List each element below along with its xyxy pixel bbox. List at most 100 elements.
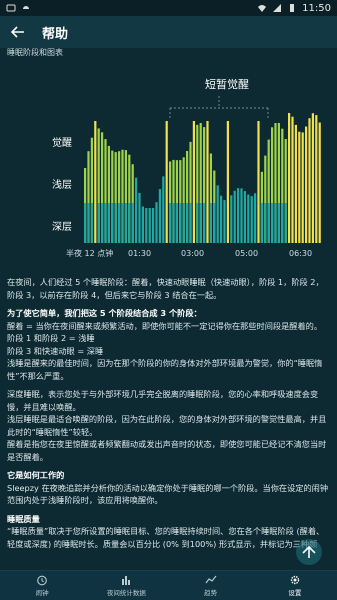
chart-bar [192, 121, 195, 243]
chart-bar-deep [179, 203, 182, 243]
chart-bar-deep [169, 203, 172, 243]
paragraph-deep-sleep: 深度睡眠，表示您处于与外部环境几乎完全脱离的睡眠阶段，您的心率和呼吸速度会变慢，… [7, 389, 319, 412]
help-content[interactable]: 睡眠阶段和图表 短暂觉醒 觉醒 浅层 深层 半夜 12 点钟 01:30 03:… [0, 48, 337, 570]
bottom-nav: 闹钟 夜间统计数据 趋势 设置 [0, 570, 337, 600]
fab-button[interactable] [295, 538, 323, 566]
chart-bar [254, 193, 257, 243]
nav-night-stats-label: 夜间统计数据 [106, 589, 146, 597]
status-bar: 11:50 [0, 0, 337, 16]
y-label-awake: 觉醒 [52, 137, 72, 149]
section-header: 睡眠阶段和图表 [7, 48, 63, 57]
chart-bar [257, 121, 260, 243]
chart-bar-deep [87, 203, 90, 243]
nav-settings-label: 设置 [288, 589, 302, 597]
chart-bar [301, 132, 304, 243]
nav-trends[interactable]: 趋势 [169, 571, 253, 600]
trend-line-icon [205, 575, 217, 584]
x-label-1: 01:30 [128, 249, 151, 258]
chart-bar-deep [128, 203, 131, 243]
chart-bar [152, 208, 155, 243]
y-label-deep: 深层 [52, 221, 72, 233]
chart-bar [247, 194, 250, 243]
paragraph-light-best: 浅睡是醒来的最佳时间，因为在那个阶段的你的身体对外部环境最为警觉，你的“睡眠惰性… [7, 358, 323, 381]
gear-icon [290, 575, 300, 585]
chart-bar-deep [260, 203, 263, 243]
nav-alarm-label: 闹钟 [35, 589, 49, 597]
chart-bar-deep [277, 203, 280, 243]
sleep-quality-heading: 睡眠质量 [7, 513, 40, 524]
chart-bar [230, 195, 233, 243]
chart-bar-deep [267, 203, 270, 243]
chart-bar-deep [281, 203, 284, 243]
notification-icon [6, 4, 16, 12]
sleep-quality-body: “睡眠质量”取决于您所设置的睡眠目标、您的睡眠持续时间、您在各个睡眠阶段 (醒着… [7, 526, 325, 549]
chart-bar-deep [104, 203, 107, 243]
nav-alarm[interactable]: 闹钟 [0, 571, 84, 600]
nav-trends-label: 趋势 [204, 589, 218, 597]
how-it-works-body: Sleepzy 在夜晚追踪并分析你的活动以确定你处于睡眠的哪一个阶段。当你在设定… [7, 482, 329, 506]
chart-bars [84, 113, 321, 243]
chart-bar-deep [175, 203, 178, 243]
status-left-icons [6, 3, 31, 13]
chart-bar [216, 185, 219, 243]
chart-bar [298, 131, 301, 243]
chart-bar-deep [199, 203, 202, 243]
chart-bar [291, 116, 294, 243]
chart-bar-deep [264, 203, 267, 243]
chart-bar [135, 177, 138, 243]
paragraph-awake: 醒着是指您在夜里惊醒或者频繁翻动或发出声音时的状态，即使您可能已经记不清您当时是… [7, 439, 327, 462]
chart-bar-deep [118, 203, 121, 243]
back-arrow-icon [11, 26, 24, 38]
status-right-icons: 11:50 [257, 3, 331, 14]
chart-bar-deep [111, 203, 114, 243]
chart-bar [145, 208, 148, 243]
chart-bar [220, 195, 223, 243]
paragraph-stages: 在夜间，人们经过 5 个睡眠阶段：醒着，快速动眼睡眠（快速动眼），阶段 1，阶段… [7, 277, 324, 300]
nav-settings[interactable]: 设置 [253, 571, 337, 600]
chart-bar-deep [97, 203, 100, 243]
chart-bar [243, 191, 246, 243]
chart-bar [141, 206, 144, 243]
chart-bar [155, 202, 158, 243]
wifi-icon [258, 5, 267, 12]
chart-bar-deep [274, 203, 277, 243]
chart-bar-deep [271, 203, 274, 243]
signal-icon [273, 4, 282, 12]
chart-bar [165, 121, 168, 243]
chart-bar-deep [182, 203, 185, 243]
help-text: 在夜间，人们经过 5 个睡眠阶段：醒着，快速动眼睡眠（快速动眼），阶段 1，阶段… [7, 276, 331, 550]
alarm-clock-icon [37, 575, 47, 586]
chart-bar [162, 176, 165, 243]
chart-bar-deep [131, 203, 134, 243]
app-bar: 帮助 [0, 16, 337, 48]
back-button[interactable] [0, 16, 36, 48]
chart-bar [294, 124, 297, 243]
chart-bar [94, 121, 97, 243]
chart-bar-deep [213, 203, 216, 243]
chart-bar [308, 118, 311, 243]
chart-bar-deep [189, 203, 192, 243]
chart-bar [305, 126, 308, 243]
chart-bar [148, 208, 151, 243]
chart-bar [318, 122, 321, 243]
chart-bar-deep [90, 203, 93, 243]
x-label-3: 05:00 [235, 249, 258, 258]
chart-bar-deep [124, 203, 127, 243]
chart-bar-deep [284, 203, 287, 243]
chart-bar-deep [186, 203, 189, 243]
paragraph-simplify-heading: 为了使它简单，我们把这 5 个阶段结合成 3 个阶段： [7, 308, 202, 318]
chart-bar [240, 188, 243, 243]
chart-bar-deep [84, 203, 87, 243]
chart-bar [138, 192, 141, 243]
chart-bar-deep [101, 203, 104, 243]
chart-bar [250, 196, 253, 243]
chart-bar [315, 115, 318, 243]
chart-bar [226, 121, 229, 243]
bar-chart-icon [122, 576, 131, 585]
chart-bar-deep [121, 203, 124, 243]
chart-bar [223, 200, 226, 243]
x-label-4: 06:30 [289, 249, 312, 258]
nav-night-stats[interactable]: 夜间统计数据 [84, 571, 168, 600]
chart-bar-deep [114, 203, 117, 243]
status-time: 11:50 [302, 2, 331, 14]
